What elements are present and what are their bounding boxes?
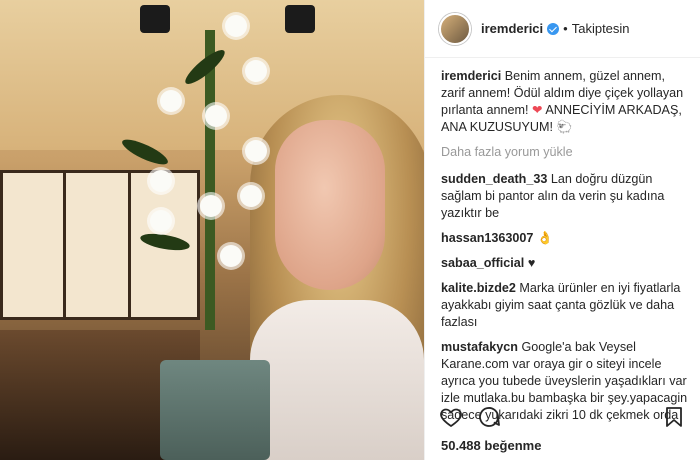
orchid-flower — [225, 15, 247, 37]
likes-count[interactable]: 50.488 beğenme — [441, 438, 541, 453]
action-bar — [439, 402, 686, 436]
heart-icon[interactable] — [439, 405, 463, 434]
load-more-comments-button[interactable]: Daha fazla yorum yükle — [441, 144, 690, 161]
comment-username[interactable]: mustafakycn — [441, 340, 518, 354]
orchid-flower — [240, 185, 262, 207]
orchid-flower — [220, 245, 242, 267]
comment-username[interactable]: sudden_death_33 — [441, 172, 547, 186]
photo-face — [275, 120, 385, 290]
header-username[interactable]: iremderici — [481, 21, 543, 36]
comment-username[interactable]: hassan1363007 — [441, 231, 533, 245]
caption-username[interactable]: iremderici — [441, 69, 501, 83]
comment-text: ♥ — [527, 256, 536, 270]
comment-item: hassan1363007 👌 — [441, 230, 690, 247]
comment-item: sabaa_official ♥ — [441, 255, 690, 272]
avatar[interactable] — [439, 12, 471, 45]
photo-lamp — [140, 5, 170, 33]
comments-list: iremderici Benim annem, güzel annem, zar… — [441, 68, 690, 432]
post-side-panel: iremderici • Takiptesin iremderici Benim… — [424, 0, 700, 460]
follow-status-button[interactable]: Takiptesin — [572, 21, 630, 36]
orchid-flower — [150, 210, 172, 232]
photo-lamp — [285, 5, 315, 33]
flower-pot — [160, 360, 270, 460]
orchid-flower — [150, 170, 172, 192]
orchid-flower — [245, 140, 267, 162]
comment-username[interactable]: sabaa_official — [441, 256, 524, 270]
comment-item: sudden_death_33 Lan doğru düzgün sağlam … — [441, 171, 690, 222]
post-photo — [0, 0, 424, 460]
orchid-stem — [205, 30, 215, 330]
heart-emoji-icon: ❤ — [532, 103, 543, 117]
comment-item: kalite.bizde2 Marka ürünler en iyi fiyat… — [441, 280, 690, 331]
separator-dot: • — [563, 21, 568, 36]
comment-username[interactable]: kalite.bizde2 — [441, 281, 516, 295]
bookmark-icon[interactable] — [662, 405, 686, 434]
orchid-flower — [205, 105, 227, 127]
orchid-flower — [245, 60, 267, 82]
orchid-flower — [160, 90, 182, 112]
verified-icon — [547, 22, 560, 35]
photo-shoulder — [250, 300, 424, 460]
comment-text: 👌 — [536, 231, 553, 245]
post-header: iremderici • Takiptesin — [425, 0, 700, 58]
comment-icon[interactable] — [477, 405, 501, 434]
caption: iremderici Benim annem, güzel annem, zar… — [441, 68, 690, 136]
orchid-flower — [200, 195, 222, 217]
